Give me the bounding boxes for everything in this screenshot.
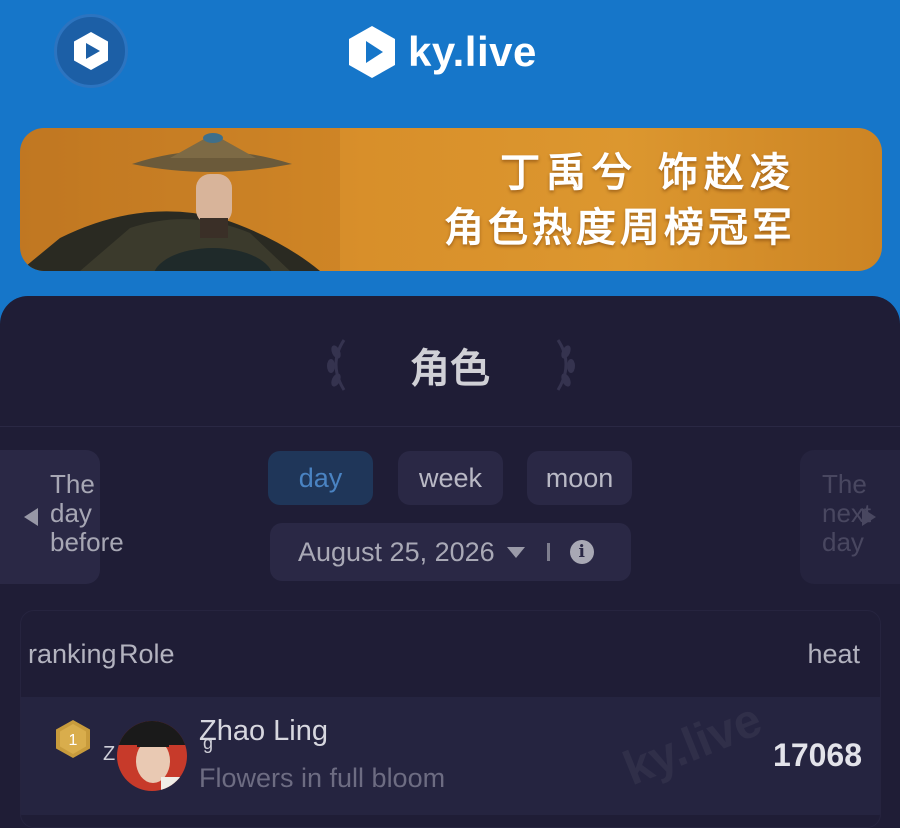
banner-line-1: 丁禹兮 饰赵凌	[500, 150, 796, 196]
ranking-table: ranking Role heat ky.live 1 Z g Zhao Lin…	[20, 610, 881, 828]
rank-number: 1	[69, 732, 78, 749]
tab-week[interactable]: week	[398, 451, 503, 505]
column-header-heat: heat	[807, 639, 860, 669]
next-day-button[interactable]: The next day	[800, 450, 900, 584]
watermark-text: ky.live	[616, 693, 769, 796]
tab-moon[interactable]: moon	[527, 451, 632, 505]
column-header-ranking: ranking	[28, 639, 117, 669]
brand-name: ky.live	[408, 28, 537, 75]
caret-down-icon	[506, 546, 525, 558]
separator	[546, 543, 550, 561]
avatar-alt-text: Z	[103, 743, 115, 766]
rank-badge: 1	[56, 720, 90, 758]
banner-headline: 丁禹兮 饰赵凌 角色热度周榜冠军	[444, 146, 796, 256]
home-button[interactable]	[54, 14, 128, 88]
table-row[interactable]: ky.live 1 Z g Zhao Ling Flowers in full …	[21, 693, 880, 815]
section-divider	[0, 426, 900, 427]
info-icon[interactable]: i	[569, 540, 594, 564]
promo-banner[interactable]: 丁禹兮 饰赵凌 角色热度周榜冠军	[20, 128, 882, 271]
role-name[interactable]: Zhao Ling	[199, 715, 328, 748]
banner-line-2: 角色热度周榜冠军	[444, 205, 796, 251]
play-hex-icon	[74, 32, 108, 70]
top-bar: ky.live	[0, 0, 900, 110]
brand-logo[interactable]: ky.live	[346, 22, 537, 82]
ky-logo-icon	[349, 26, 395, 78]
date-value: August 25, 2026	[298, 536, 495, 567]
avatar[interactable]	[117, 721, 187, 791]
tab-day[interactable]: day	[268, 451, 373, 505]
work-title: Flowers in full bloom	[199, 763, 446, 793]
next-day-label: The next day	[822, 469, 872, 557]
previous-day-label: The day before	[50, 469, 124, 557]
column-header-role: Role	[119, 639, 175, 669]
chevron-left-icon	[24, 508, 38, 526]
avatar-alt-initial: Z	[103, 743, 116, 765]
character-figure-image	[20, 128, 340, 271]
laurel-right-icon	[556, 339, 575, 391]
heat-value: 17068	[773, 737, 862, 773]
ranking-panel: 角色 The day before day week moon The next…	[0, 296, 900, 828]
panel-header: 角色	[0, 336, 900, 396]
date-selector[interactable]: August 25, 2026 i	[270, 523, 631, 581]
page-title: 角色	[410, 346, 490, 392]
previous-day-button[interactable]: The day before	[0, 450, 124, 584]
